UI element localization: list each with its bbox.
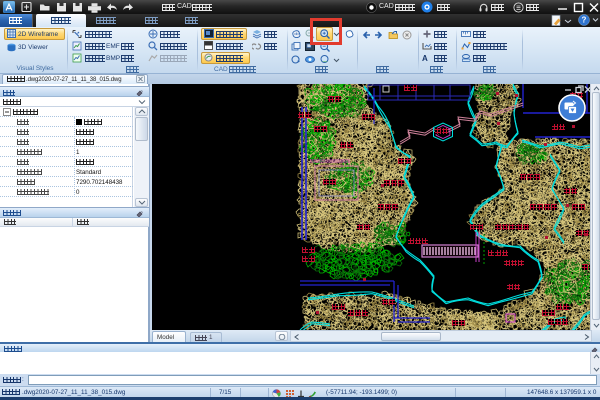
svg-text:?: ? [582, 16, 587, 25]
